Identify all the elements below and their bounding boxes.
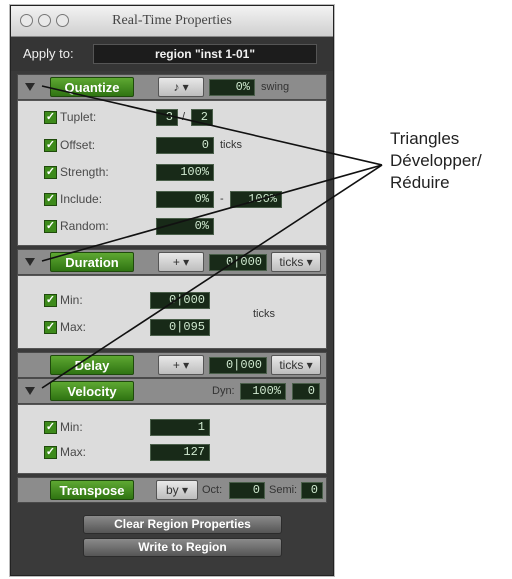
- tuplet-label: Tuplet:: [60, 110, 97, 124]
- transpose-button[interactable]: Transpose: [50, 480, 134, 500]
- swing-value[interactable]: 0%: [209, 79, 255, 96]
- max-label: Max:: [60, 445, 87, 459]
- callout-line-2: Développer/: [390, 151, 482, 170]
- apply-row: Apply to: region "inst 1-01": [11, 37, 333, 71]
- min-checkbox[interactable]: ✓: [44, 421, 57, 434]
- oct-label: Oct:: [202, 484, 223, 496]
- dyn-value[interactable]: 100%: [240, 383, 286, 400]
- max-label: Max:: [60, 320, 87, 334]
- delay-mode-popup[interactable]: + ▾: [158, 355, 204, 375]
- strength-checkbox[interactable]: ✓: [44, 166, 57, 179]
- velocity-button[interactable]: Velocity: [50, 381, 134, 401]
- real-time-properties-window: Real-Time Properties Apply to: region "i…: [10, 5, 334, 576]
- duration-unit: ticks: [279, 255, 304, 269]
- apply-target-field[interactable]: region "inst 1-01": [93, 44, 317, 64]
- transpose-mode: by: [165, 483, 179, 497]
- delay-value[interactable]: 0|000: [209, 357, 267, 374]
- collapse-triangle-icon[interactable]: [25, 258, 35, 266]
- duration-unit-popup[interactable]: ticks ▾: [271, 252, 321, 272]
- callout-line-1: Triangles: [390, 129, 460, 148]
- semi-label: Semi:: [269, 484, 298, 496]
- clear-region-properties-button[interactable]: Clear Region Properties: [83, 515, 282, 534]
- quantize-panel: ✓ Tuplet: 3 / 2 ✓ Offset: 0 ticks ✓ Stre…: [17, 100, 327, 246]
- tuplet-separator: /: [182, 111, 186, 123]
- min-checkbox[interactable]: ✓: [44, 294, 57, 307]
- velocity-max-value[interactable]: 127: [150, 444, 210, 461]
- quantize-note-popup[interactable]: ♪ ▾: [158, 77, 204, 97]
- collapse-triangle-icon[interactable]: [25, 83, 35, 91]
- offset-value[interactable]: 0: [156, 137, 214, 154]
- oct-value[interactable]: 0: [229, 482, 265, 499]
- tuplet-denominator[interactable]: 2: [191, 109, 213, 126]
- strength-label: Strength:: [60, 165, 109, 179]
- tuplet-numerator[interactable]: 3: [156, 109, 178, 126]
- include-max-value[interactable]: 100%: [230, 191, 282, 208]
- max-checkbox[interactable]: ✓: [44, 321, 57, 334]
- duration-max-value[interactable]: 0|095: [150, 319, 210, 336]
- transpose-header: Transpose by ▾ Oct: 0 Semi: 0: [17, 477, 327, 503]
- min-label: Min:: [60, 293, 83, 307]
- quantize-button[interactable]: Quantize: [50, 77, 134, 97]
- swing-label: swing: [261, 81, 290, 93]
- delay-mode: +: [172, 358, 180, 372]
- delay-button[interactable]: Delay: [50, 355, 134, 375]
- random-checkbox[interactable]: ✓: [44, 220, 57, 233]
- quantize-header: Quantize ♪ ▾ 0% swing: [17, 74, 327, 100]
- include-checkbox[interactable]: ✓: [44, 193, 57, 206]
- callout-line-3: Réduire: [390, 173, 450, 192]
- dyn-label: Dyn:: [212, 385, 235, 397]
- velocity-min-value[interactable]: 1: [150, 419, 210, 436]
- delay-header: Delay + ▾ 0|000 ticks ▾: [17, 352, 327, 378]
- max-checkbox[interactable]: ✓: [44, 446, 57, 459]
- semi-value[interactable]: 0: [301, 482, 323, 499]
- window-title: Real-Time Properties: [112, 13, 232, 28]
- duration-min-value[interactable]: 0|000: [150, 292, 210, 309]
- offset-label: Offset:: [60, 138, 96, 152]
- title-bar[interactable]: Real-Time Properties: [11, 6, 333, 37]
- duration-header: Duration + ▾ 0|000 ticks ▾: [17, 249, 327, 275]
- tuplet-checkbox[interactable]: ✓: [44, 111, 57, 124]
- include-label: Include:: [60, 192, 103, 206]
- duration-panel: ✓ Min: 0|000 ✓ Max: 0|095 ticks: [17, 275, 327, 349]
- duration-ticks-label: ticks: [253, 308, 275, 320]
- duration-value[interactable]: 0|000: [209, 254, 267, 271]
- random-label: Random:: [60, 219, 109, 233]
- duration-button[interactable]: Duration: [50, 252, 134, 272]
- duration-mode: +: [172, 255, 180, 269]
- velocity-header: Velocity Dyn: 100% 0: [17, 378, 327, 404]
- delay-unit: ticks: [279, 358, 304, 372]
- offset-unit: ticks: [220, 139, 242, 151]
- write-to-region-button[interactable]: Write to Region: [83, 538, 282, 557]
- duration-mode-popup[interactable]: + ▾: [158, 252, 204, 272]
- offset-checkbox[interactable]: ✓: [44, 139, 57, 152]
- random-value[interactable]: 0%: [156, 218, 214, 235]
- include-min-value[interactable]: 0%: [156, 191, 214, 208]
- apply-label: Apply to:: [23, 46, 74, 61]
- velocity-extra-value[interactable]: 0: [292, 383, 320, 400]
- collapse-triangle-icon[interactable]: [25, 387, 35, 395]
- strength-value[interactable]: 100%: [156, 164, 214, 181]
- transpose-mode-popup[interactable]: by ▾: [156, 480, 198, 500]
- min-label: Min:: [60, 420, 83, 434]
- velocity-panel: ✓ Min: 1 ✓ Max: 127: [17, 404, 327, 474]
- include-separator: -: [220, 193, 224, 205]
- callout-text: Triangles Développer/ Réduire: [390, 128, 482, 194]
- delay-unit-popup[interactable]: ticks ▾: [271, 355, 321, 375]
